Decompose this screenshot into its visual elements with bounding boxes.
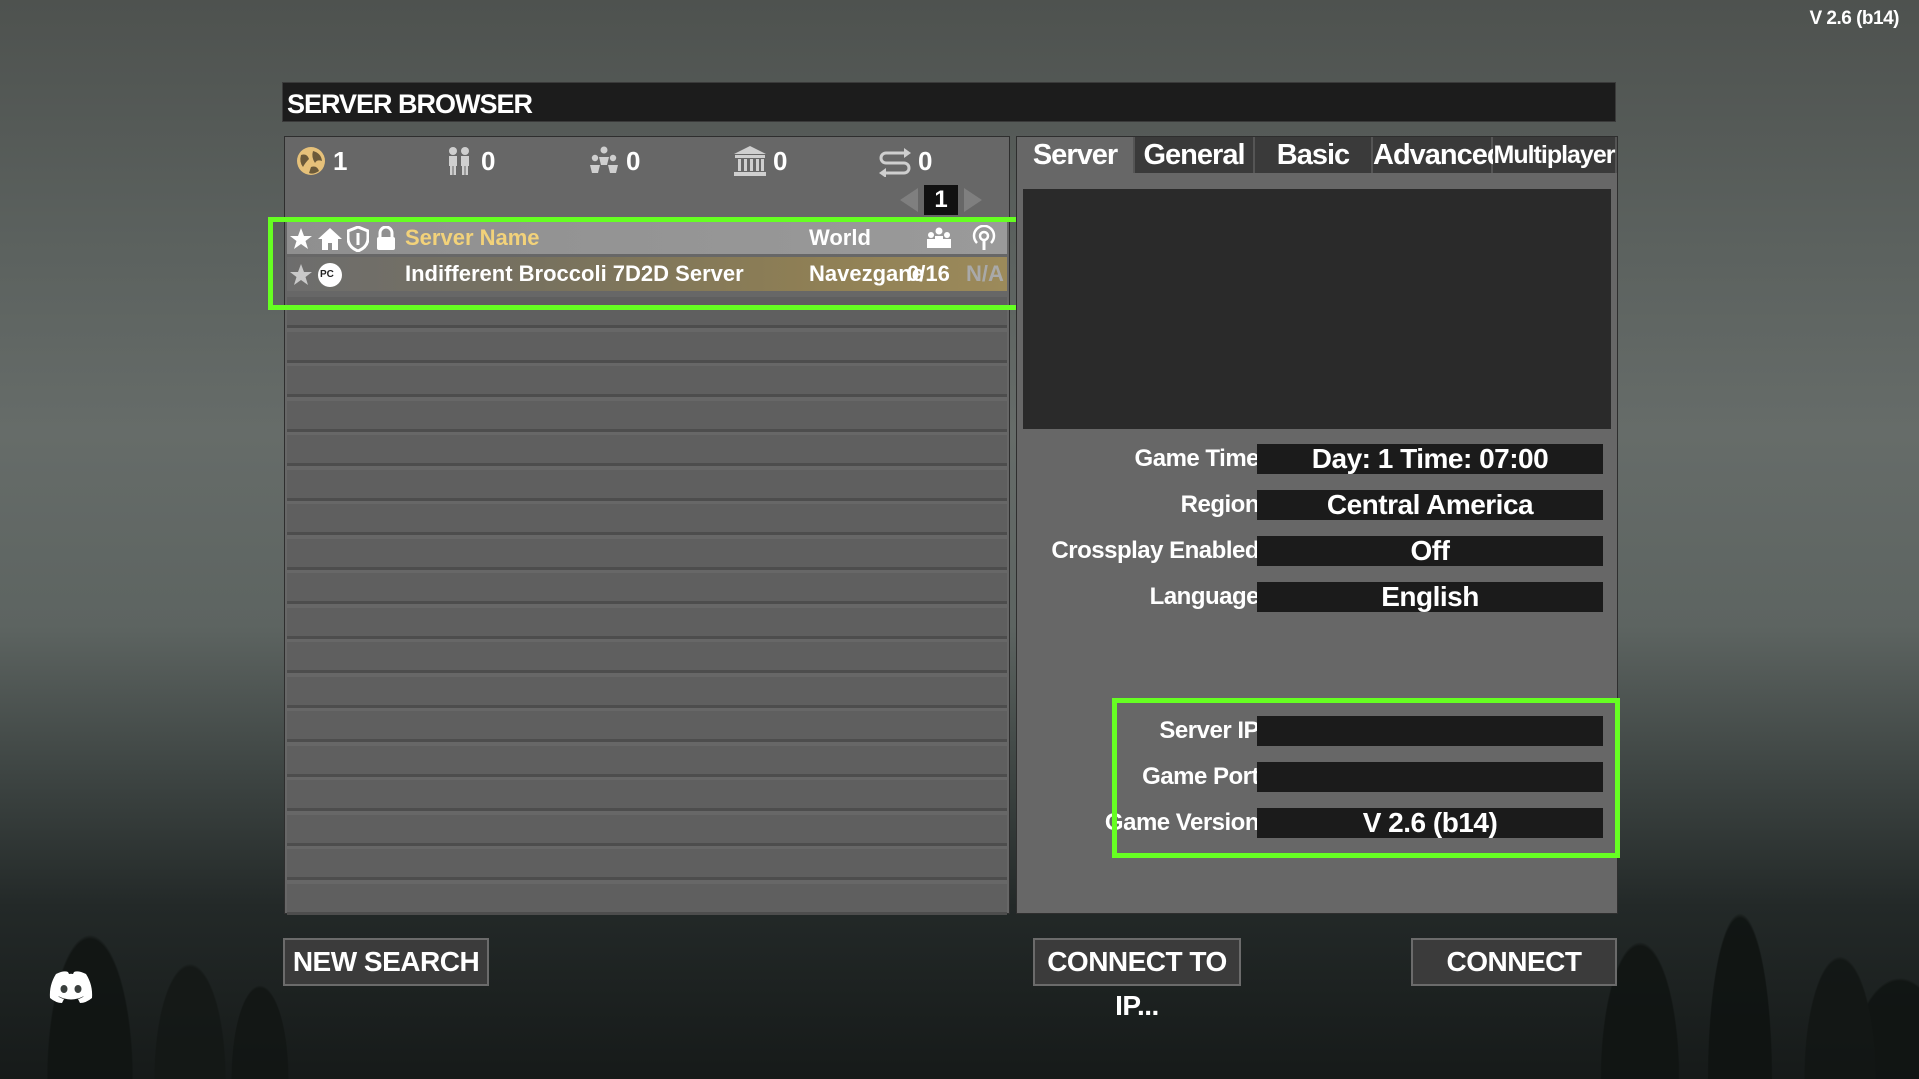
empty-list-row bbox=[287, 435, 1007, 466]
info-row-game-time: Game Time Day: 1 Time: 07:00 bbox=[1017, 441, 1619, 477]
next-page-icon[interactable] bbox=[964, 188, 982, 212]
friends-icon bbox=[449, 147, 469, 175]
filter-history[interactable]: 0 bbox=[878, 143, 932, 179]
discord-icon[interactable] bbox=[48, 970, 94, 1004]
new-search-button[interactable]: NEW SEARCH bbox=[283, 938, 489, 986]
filter-count: 0 bbox=[773, 145, 788, 176]
empty-list-row bbox=[287, 814, 1007, 846]
window-title: SERVER BROWSER bbox=[287, 89, 533, 119]
empty-list-row bbox=[287, 745, 1007, 777]
language-value: English bbox=[1257, 582, 1603, 612]
game-time-label: Game Time bbox=[1134, 445, 1260, 472]
empty-list-row bbox=[287, 538, 1007, 570]
empty-list-row bbox=[287, 642, 1007, 673]
info-row-language: Language English bbox=[1017, 579, 1619, 615]
details-tabs: Server General Basic Advanced Multiplaye… bbox=[1017, 137, 1617, 173]
info-row-crossplay: Crossplay Enabled Off bbox=[1017, 533, 1619, 569]
tab-general[interactable]: General bbox=[1135, 137, 1255, 173]
crossplay-value: Off bbox=[1257, 536, 1603, 566]
empty-list-row bbox=[287, 883, 1007, 915]
pagination: 1 bbox=[900, 185, 982, 215]
window-titlebar: SERVER BROWSER bbox=[282, 82, 1616, 122]
empty-list-row bbox=[287, 849, 1007, 880]
page-number: 1 bbox=[924, 185, 958, 215]
filter-count: 0 bbox=[918, 145, 933, 176]
game-time-value: Day: 1 Time: 07:00 bbox=[1257, 444, 1603, 474]
filter-friends[interactable]: 0 bbox=[443, 143, 495, 179]
tab-multiplayer[interactable]: Multiplayer bbox=[1493, 137, 1617, 173]
history-icon bbox=[879, 148, 911, 177]
connect-to-ip-button[interactable]: CONNECT TO IP... bbox=[1033, 938, 1241, 1021]
connect-button[interactable]: CONNECT bbox=[1411, 938, 1617, 986]
empty-list-row bbox=[287, 400, 1007, 432]
filter-groups[interactable]: 0 bbox=[588, 143, 640, 179]
highlight-box-server-row bbox=[268, 217, 1024, 310]
lan-building-icon bbox=[734, 146, 766, 176]
tab-basic[interactable]: Basic bbox=[1255, 137, 1373, 173]
info-row-region: Region Central America bbox=[1017, 487, 1619, 523]
empty-list-row bbox=[287, 780, 1007, 811]
empty-list-row bbox=[287, 573, 1007, 604]
empty-list-row bbox=[287, 607, 1007, 639]
tab-advanced[interactable]: Advanced bbox=[1373, 137, 1505, 173]
version-label: V 2.6 (b14) bbox=[1809, 8, 1899, 29]
filter-bar: 1 0 0 0 0 bbox=[293, 143, 1001, 179]
tab-server[interactable]: Server bbox=[1017, 137, 1135, 173]
filter-count: 1 bbox=[333, 145, 348, 176]
empty-list-row bbox=[287, 711, 1007, 742]
prev-page-icon[interactable] bbox=[900, 188, 918, 212]
filter-all-servers[interactable]: 1 bbox=[295, 143, 347, 179]
language-label: Language bbox=[1149, 583, 1260, 610]
empty-list-row bbox=[287, 469, 1007, 501]
empty-list-row bbox=[287, 331, 1007, 363]
group-icon bbox=[590, 146, 618, 173]
region-label: Region bbox=[1180, 491, 1260, 518]
globe-icon bbox=[297, 147, 325, 175]
region-value: Central America bbox=[1257, 490, 1603, 520]
empty-list-row bbox=[287, 504, 1007, 535]
highlight-box-connection-info bbox=[1112, 698, 1620, 858]
filter-count: 0 bbox=[626, 145, 641, 176]
filter-count: 0 bbox=[481, 145, 496, 176]
empty-list-row bbox=[287, 676, 1007, 708]
filter-lan[interactable]: 0 bbox=[733, 143, 787, 179]
crossplay-label: Crossplay Enabled bbox=[1051, 537, 1259, 564]
server-preview-image bbox=[1023, 189, 1611, 429]
empty-list-row bbox=[287, 366, 1007, 397]
